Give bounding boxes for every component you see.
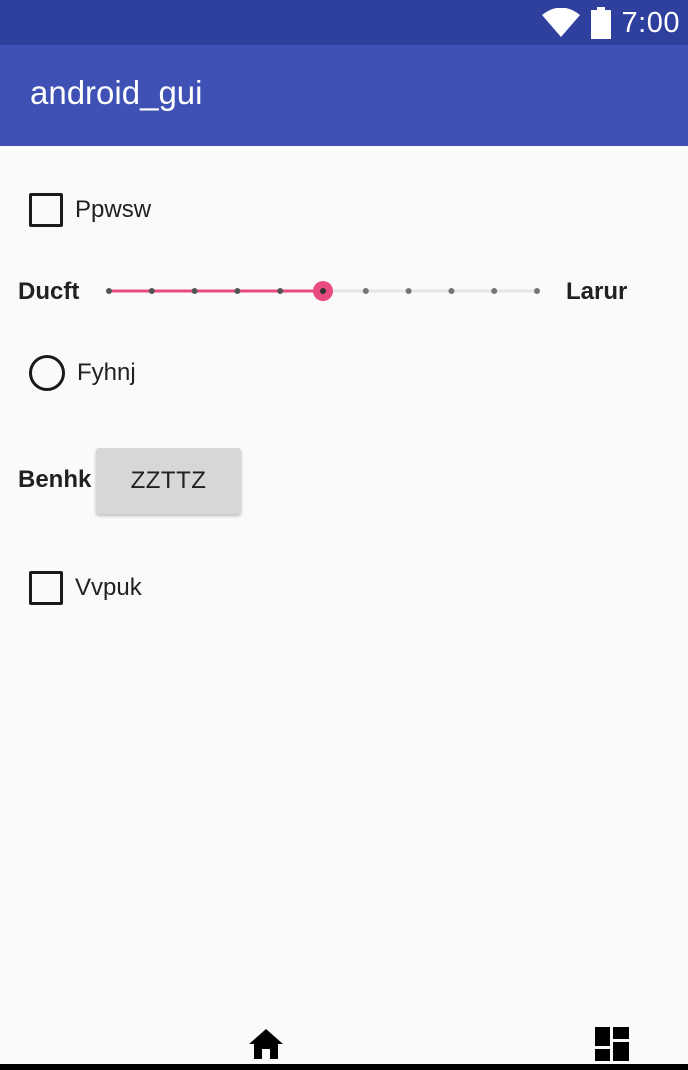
app-bar: android_gui xyxy=(0,45,688,146)
navigation-bar-edge xyxy=(0,1064,688,1070)
seekbar[interactable] xyxy=(100,270,556,312)
seekbar-tick xyxy=(191,288,198,294)
checkbox-vvpuk-box[interactable] xyxy=(29,571,63,605)
battery-icon xyxy=(590,7,611,39)
checkbox-ppwsw-box[interactable] xyxy=(29,193,63,227)
seekbar-tick xyxy=(534,288,540,294)
seekbar-thumb-tick xyxy=(320,288,326,294)
radio-fyhnj[interactable]: Fyhnj xyxy=(29,355,136,391)
seekbar-left-label: Ducft xyxy=(18,278,80,305)
seekbar-tick xyxy=(234,288,241,294)
checkbox-vvpuk[interactable]: Vvpuk xyxy=(29,571,142,605)
status-icons: 7:00 xyxy=(541,5,680,41)
status-clock: 7:00 xyxy=(621,6,680,39)
status-bar: 7:00 xyxy=(0,0,688,45)
seekbar-tick xyxy=(277,288,284,294)
checkbox-ppwsw-label: Ppwsw xyxy=(75,196,152,223)
seekbar-tick xyxy=(106,288,112,294)
zzttz-button[interactable]: ZZTTZ xyxy=(96,448,241,514)
seekbar-tick xyxy=(405,288,412,294)
radio-fyhnj-circle[interactable] xyxy=(29,355,65,391)
app-title: android_gui xyxy=(30,74,203,111)
checkbox-vvpuk-label: Vvpuk xyxy=(75,574,142,601)
seekbar-right-label: Larur xyxy=(566,278,628,305)
text-label-benhk: Benhk xyxy=(18,466,92,493)
wifi-icon xyxy=(541,8,580,37)
checkbox-ppwsw[interactable]: Ppwsw xyxy=(29,193,151,227)
seekbar-tick xyxy=(491,288,498,294)
seekbar-tick xyxy=(448,288,455,294)
home-icon[interactable] xyxy=(248,1028,284,1060)
seekbar-tick xyxy=(148,288,155,294)
dashboard-icon[interactable] xyxy=(595,1027,629,1061)
radio-fyhnj-label: Fyhnj xyxy=(77,359,136,386)
seekbar-tick xyxy=(362,288,369,294)
